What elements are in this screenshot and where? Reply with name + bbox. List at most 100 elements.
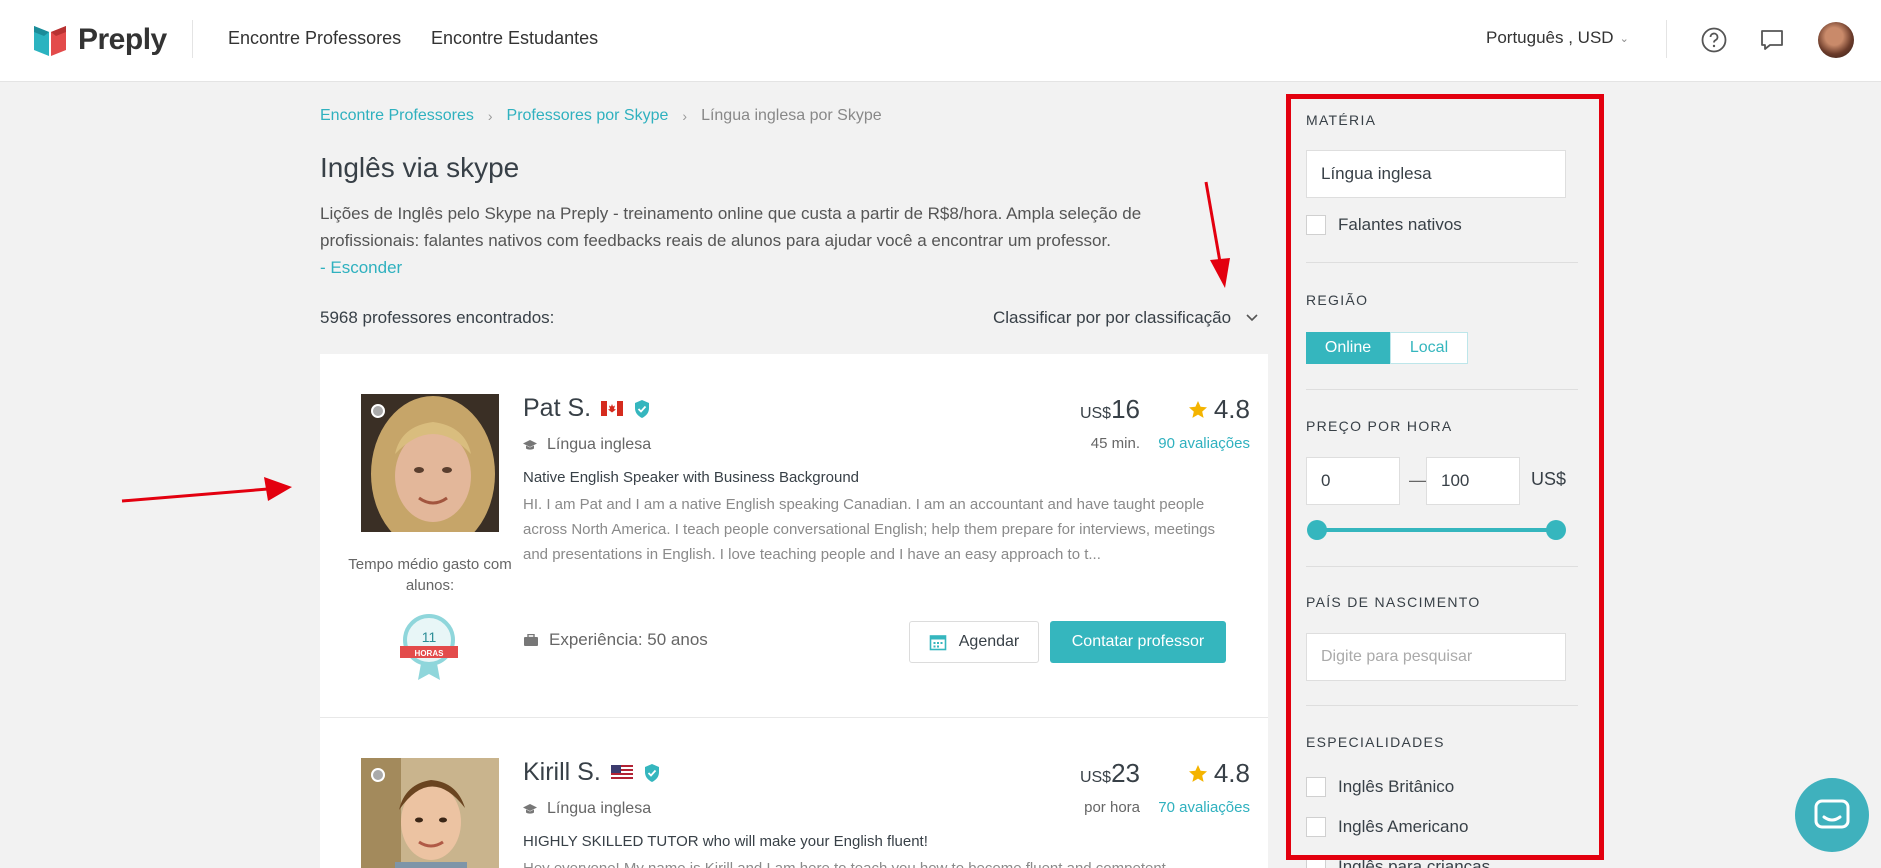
usa-flag-icon (610, 765, 633, 780)
page-title: Inglês via skype (320, 152, 520, 183)
tutor-subject-label: Língua inglesa (547, 436, 652, 453)
filter-specialties-title: ESPECIALIDADES (1306, 734, 1445, 750)
filter-price-title: PREÇO POR HORA (1306, 418, 1453, 434)
experience-label: Experiência: 50 anos (549, 630, 708, 649)
country-search-input[interactable]: Digite para pesquisar (1306, 633, 1566, 681)
price-slider-max-handle[interactable] (1546, 520, 1566, 540)
rating-value-row: 4.8 (1188, 758, 1250, 789)
chat-icon (1814, 799, 1850, 829)
region-local-option[interactable]: Local (1390, 332, 1468, 364)
verified-shield-icon (635, 399, 650, 418)
price-slider-track[interactable] (1315, 528, 1555, 532)
price-slider-min-handle[interactable] (1307, 520, 1327, 540)
badge-unit: HORAS (415, 649, 445, 658)
chevron-right-icon: › (487, 108, 493, 124)
breadcrumb-current: Língua inglesa por Skype (701, 107, 882, 124)
price-min-input[interactable]: 0 (1306, 457, 1400, 505)
checkbox-box[interactable] (1306, 215, 1326, 235)
tutor-experience: Experiência: 50 anos (523, 630, 708, 650)
specialty-label: Inglês Americano (1338, 817, 1469, 836)
star-icon (1188, 765, 1207, 782)
tutor-name-row: Kirill S. (523, 758, 661, 787)
reviews-link[interactable]: 70 avaliações (1125, 799, 1250, 816)
chat-widget-button[interactable] (1795, 778, 1869, 852)
annotation-arrow-icon (1204, 181, 1230, 288)
header-divider (192, 20, 193, 58)
preply-logo[interactable]: Preply (32, 22, 167, 58)
tutor-subject: Língua inglesa (523, 800, 651, 818)
briefcase-icon (524, 633, 538, 646)
tutor-subject-label: Língua inglesa (547, 800, 652, 817)
rating-value: 4.8 (1213, 758, 1250, 788)
price-currency: US$ (1079, 405, 1112, 422)
specialty-british-checkbox[interactable]: Inglês Britânico (1306, 777, 1454, 797)
online-status-indicator (371, 404, 385, 418)
price-max-input[interactable]: 100 (1426, 457, 1520, 505)
tutor-name-row: Pat S. (523, 394, 651, 423)
nav-find-students[interactable]: Encontre Estudantes (431, 28, 598, 49)
tutor-card[interactable]: Kirill S. Língua inglesa HIGHLY SKILLED … (320, 718, 1268, 868)
messages-icon[interactable] (1758, 26, 1786, 54)
checkbox-box[interactable] (1306, 817, 1326, 837)
specialty-label: Inglês para crianças (1338, 857, 1491, 868)
chevron-down-icon: ⌄ (1619, 32, 1629, 45)
tutor-card[interactable]: Tempo médio gasto com alunos: 11 HORAS P… (320, 354, 1268, 718)
sort-dropdown[interactable]: Classificar por por classificação (993, 308, 1259, 328)
checkbox-box[interactable] (1306, 857, 1326, 868)
page-description: Lições de Inglês pelo Skype na Preply - … (320, 200, 1180, 281)
specialty-kids-checkbox[interactable]: Inglês para crianças (1306, 857, 1490, 868)
results-count: 5968 professores encontrados: (320, 308, 555, 327)
filter-country-title: PAÍS DE NASCIMENTO (1306, 594, 1481, 610)
sort-label: Classificar por por classificação (993, 308, 1232, 327)
filter-divider (1306, 705, 1578, 706)
tutor-name[interactable]: Kirill S. (523, 758, 601, 787)
filter-divider (1306, 389, 1578, 390)
tutor-bio: Hey everyone! My name is Kirill and I am… (523, 856, 1223, 868)
tutor-rating: 4.8 70 avaliações (1125, 758, 1250, 816)
verified-shield-icon (644, 763, 659, 782)
rating-value-row: 4.8 (1188, 394, 1250, 425)
tutor-photo[interactable] (361, 758, 499, 868)
annotation-arrow-icon (121, 477, 292, 503)
hours-badge-icon: 11 HORAS (400, 614, 458, 680)
canada-flag-icon (601, 401, 624, 416)
user-avatar[interactable] (1818, 22, 1854, 58)
help-icon[interactable] (1700, 26, 1728, 54)
region-online-option[interactable]: Online (1306, 332, 1390, 364)
star-icon (1188, 401, 1207, 418)
breadcrumb: Encontre Professores › Professores por S… (320, 107, 882, 125)
tutor-headline: Native English Speaker with Business Bac… (523, 469, 860, 486)
tutor-name[interactable]: Pat S. (523, 394, 591, 423)
description-text: Lições de Inglês pelo Skype na Preply - … (320, 204, 1142, 250)
tutor-rating: 4.8 90 avaliações (1125, 394, 1250, 452)
chevron-right-icon: › (682, 108, 688, 124)
contact-tutor-button[interactable]: Contatar professor (1050, 621, 1226, 663)
tutor-photo[interactable] (361, 394, 499, 532)
reviews-link[interactable]: 90 avaliações (1125, 435, 1250, 452)
time-spent-label: Tempo médio gasto com alunos: (348, 556, 512, 594)
native-speakers-checkbox[interactable]: Falantes nativos (1306, 215, 1462, 235)
online-status-indicator (371, 768, 385, 782)
price-range-dash: — (1409, 470, 1427, 490)
tutor-bio: HI. I am Pat and I am a native English s… (523, 496, 1216, 563)
filter-divider (1306, 262, 1578, 263)
graduation-cap-icon (523, 440, 537, 450)
subject-input[interactable]: Língua inglesa (1306, 150, 1566, 198)
breadcrumb-find-teachers[interactable]: Encontre Professores (320, 107, 474, 125)
checkbox-box[interactable] (1306, 777, 1326, 797)
tutor-subject: Língua inglesa (523, 436, 651, 454)
specialty-label: Inglês Britânico (1338, 777, 1455, 796)
breadcrumb-skype-teachers[interactable]: Professores por Skype (507, 107, 669, 125)
top-header: Preply Encontre Professores Encontre Est… (0, 0, 1881, 82)
hide-description-link[interactable]: - Esconder (320, 254, 1180, 281)
calendar-icon (929, 635, 947, 651)
specialty-american-checkbox[interactable]: Inglês Americano (1306, 817, 1468, 837)
price-currency: US$ (1079, 769, 1112, 786)
nav-find-teachers[interactable]: Encontre Professores (228, 28, 401, 49)
rating-value: 4.8 (1213, 394, 1250, 424)
preply-logo-icon (34, 26, 66, 56)
schedule-button[interactable]: Agendar (909, 621, 1039, 663)
region-toggle: Online Local (1306, 332, 1468, 364)
language-currency-selector[interactable]: Português , USD ⌄ (1486, 28, 1629, 48)
badge-number: 11 (422, 629, 437, 645)
